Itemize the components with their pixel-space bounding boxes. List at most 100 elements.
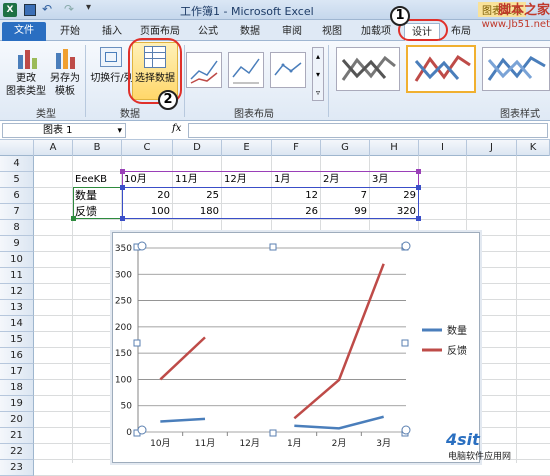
column-header[interactable]: D bbox=[173, 140, 222, 156]
row-header[interactable]: 19 bbox=[0, 396, 34, 412]
y-tick-label: 250 bbox=[115, 297, 132, 307]
chart-style-2-selected[interactable] bbox=[406, 45, 476, 93]
tab-addins[interactable]: 加载项 bbox=[354, 23, 398, 41]
range-handle[interactable] bbox=[416, 169, 421, 174]
watermark-logo-icon: 4sit bbox=[446, 430, 480, 449]
chart-style-1[interactable] bbox=[336, 47, 400, 91]
column-header[interactable]: G bbox=[321, 140, 370, 156]
chart-layout-1[interactable] bbox=[186, 52, 222, 88]
chart-layout-3[interactable] bbox=[270, 52, 306, 88]
tab-review[interactable]: 审阅 bbox=[274, 23, 310, 41]
watermark-top-text: 脚本之家 bbox=[497, 3, 550, 18]
switch-row-col-icon[interactable] bbox=[100, 47, 122, 67]
formula-bar: 图表 1 ▾ fx bbox=[0, 121, 550, 140]
column-header[interactable]: A bbox=[34, 140, 73, 156]
cell-b5[interactable]: EeeKB bbox=[75, 172, 121, 188]
row-header[interactable]: 9 bbox=[0, 236, 34, 252]
y-tick-label: 200 bbox=[115, 323, 132, 333]
name-box-value: 图表 1 bbox=[43, 125, 73, 136]
x-tick-label: 1月 bbox=[287, 438, 302, 449]
chart-corner-handle bbox=[137, 425, 147, 435]
select-all-corner[interactable] bbox=[0, 140, 34, 156]
name-box[interactable]: 图表 1 ▾ bbox=[2, 123, 126, 138]
group-separator bbox=[328, 45, 329, 117]
range-handle[interactable] bbox=[120, 185, 125, 190]
row-header[interactable]: 10 bbox=[0, 252, 34, 268]
chart-layout-scroll[interactable]: ▴ ▾ ▿ bbox=[312, 47, 324, 101]
watermark-bottom-text: 电脑软件应用网 bbox=[448, 452, 512, 462]
column-header[interactable]: J bbox=[467, 140, 517, 156]
row-header[interactable]: 7 bbox=[0, 204, 34, 220]
plot-area-handle bbox=[269, 243, 277, 251]
row-header[interactable]: 12 bbox=[0, 284, 34, 300]
series-name-range-highlight bbox=[73, 187, 123, 219]
chart-style-3[interactable] bbox=[482, 47, 550, 91]
row-header[interactable]: 16 bbox=[0, 348, 34, 364]
chart-layout-2[interactable] bbox=[228, 52, 264, 88]
legend-label: 数量 bbox=[447, 324, 467, 337]
y-tick-label: 150 bbox=[115, 349, 132, 359]
change-chart-type-button[interactable]: 更改 图表类型 bbox=[6, 72, 46, 98]
group-separator bbox=[85, 45, 86, 117]
range-handle[interactable] bbox=[71, 216, 76, 221]
plot-area-handle bbox=[133, 339, 141, 347]
category-range-highlight bbox=[122, 171, 419, 188]
column-header[interactable]: F bbox=[272, 140, 321, 156]
column-header[interactable]: I bbox=[419, 140, 467, 156]
line-chart[interactable]: 0 50 100 150 200 250 300 350 10月 11月 12月 1月 2月 3月 数量反馈 bbox=[112, 232, 480, 463]
series-line bbox=[160, 417, 206, 423]
group-label-layout: 图表布局 bbox=[234, 109, 274, 120]
range-handle[interactable] bbox=[120, 169, 125, 174]
tab-view[interactable]: 视图 bbox=[314, 23, 350, 41]
row-header[interactable]: 21 bbox=[0, 428, 34, 444]
save-icon[interactable] bbox=[24, 4, 36, 16]
row-header[interactable]: 8 bbox=[0, 220, 34, 236]
row-header[interactable]: 22 bbox=[0, 444, 34, 460]
x-tick-label: 2月 bbox=[332, 438, 347, 449]
group-separator bbox=[184, 45, 185, 117]
x-tick-label: 11月 bbox=[195, 438, 215, 449]
callout-badge-1: 1 bbox=[390, 6, 410, 26]
row-header[interactable]: 13 bbox=[0, 300, 34, 316]
range-handle[interactable] bbox=[416, 216, 421, 221]
column-header[interactable]: B bbox=[73, 140, 122, 156]
redo-icon[interactable]: ↷ bbox=[64, 2, 74, 16]
row-header[interactable]: 18 bbox=[0, 380, 34, 396]
formula-input[interactable] bbox=[188, 123, 548, 138]
formula-fx-icon[interactable]: fx bbox=[172, 123, 181, 134]
tab-data[interactable]: 数据 bbox=[232, 23, 268, 41]
chart-corner-handle bbox=[137, 241, 147, 251]
column-header[interactable]: H bbox=[370, 140, 419, 156]
tab-insert[interactable]: 插入 bbox=[94, 23, 130, 41]
excel-logo-icon: X bbox=[3, 3, 17, 17]
tab-home[interactable]: 开始 bbox=[52, 23, 88, 41]
row-header[interactable]: 5 bbox=[0, 172, 34, 188]
change-chart-type-icon[interactable] bbox=[16, 47, 38, 69]
x-tick-label: 3月 bbox=[376, 438, 391, 449]
row-header[interactable]: 20 bbox=[0, 412, 34, 428]
row-header[interactable]: 23 bbox=[0, 460, 34, 476]
row-header[interactable]: 4 bbox=[0, 156, 34, 172]
row-header[interactable]: 14 bbox=[0, 316, 34, 332]
y-tick-label: 100 bbox=[115, 375, 132, 385]
range-handle[interactable] bbox=[120, 216, 125, 221]
row-header[interactable]: 11 bbox=[0, 268, 34, 284]
tab-formulas[interactable]: 公式 bbox=[190, 23, 226, 41]
y-tick-label: 350 bbox=[115, 244, 132, 254]
row-header[interactable]: 17 bbox=[0, 364, 34, 380]
row-header[interactable]: 15 bbox=[0, 332, 34, 348]
undo-icon[interactable]: ↶ bbox=[42, 2, 52, 16]
qat-dropdown-icon[interactable]: ▾ bbox=[86, 2, 91, 13]
tab-file[interactable]: 文件 bbox=[2, 22, 46, 41]
save-as-template-button[interactable]: 另存为 模板 bbox=[48, 72, 82, 98]
column-header[interactable]: C bbox=[122, 140, 173, 156]
name-box-dropdown-icon[interactable]: ▾ bbox=[117, 124, 122, 138]
column-header[interactable]: E bbox=[222, 140, 272, 156]
range-handle[interactable] bbox=[416, 185, 421, 190]
legend-label: 反馈 bbox=[447, 344, 467, 357]
y-tick-label: 0 bbox=[126, 428, 132, 438]
row-header[interactable]: 6 bbox=[0, 188, 34, 204]
group-label-style: 图表样式 bbox=[500, 109, 540, 120]
column-header[interactable]: K bbox=[517, 140, 550, 156]
save-template-icon[interactable] bbox=[54, 47, 76, 69]
